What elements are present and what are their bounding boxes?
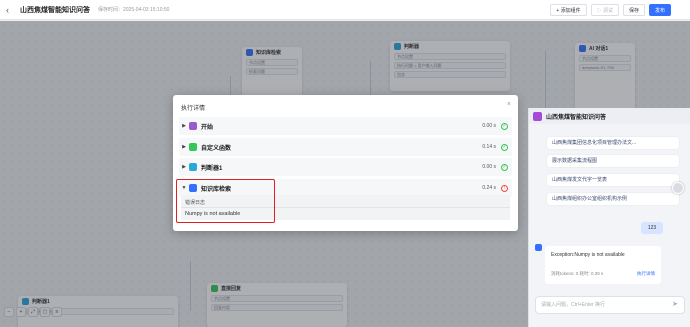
- suggested-question[interactable]: 山西焦煤集团信息化项目管理办法文...: [547, 137, 679, 149]
- step-time: 0.14 s: [482, 144, 496, 150]
- step-row-condition[interactable]: ▶ 判断器1 0.00 s ✓: [179, 158, 512, 176]
- success-icon: ✓: [501, 143, 508, 151]
- success-icon: ✓: [501, 122, 508, 130]
- start-icon: [189, 122, 197, 130]
- modal-title: 执行详情: [181, 106, 206, 112]
- step-row-custom-function[interactable]: ▶ 自定义函数 0.14 s ✓: [179, 138, 512, 156]
- branch-icon: [189, 163, 197, 171]
- answer-text: Exception:Numpy is not available: [551, 252, 625, 258]
- add-component-button[interactable]: + 添加组件: [550, 4, 587, 16]
- user-message: 123: [641, 222, 663, 234]
- save-button[interactable]: 保存: [622, 4, 645, 16]
- success-icon: ✓: [501, 163, 508, 171]
- app-logo-icon: [533, 111, 542, 121]
- chat-input-placeholder: 请输入问题，Ctrl+Enter 换行: [541, 302, 606, 308]
- publish-button[interactable]: 发布: [648, 4, 671, 16]
- caret-right-icon[interactable]: ▶: [179, 144, 189, 150]
- header-actions: + 添加组件 ▷ 调试 保存 发布: [550, 4, 671, 16]
- annotation-highlight-box: [176, 179, 275, 223]
- bot-avatar-icon: [535, 244, 542, 251]
- function-icon: [189, 143, 197, 151]
- suggested-question[interactable]: 展示数据采集流程图: [547, 155, 679, 167]
- step-label: 开始: [201, 124, 214, 131]
- suggested-question[interactable]: 山西焦煤组织办公室组织机构示例: [547, 193, 679, 205]
- close-icon[interactable]: ×: [507, 101, 511, 108]
- suggested-question[interactable]: 山西焦煤发文代字一览表: [547, 174, 679, 186]
- step-time: 0.00 s: [482, 123, 496, 129]
- step-label: 自定义函数: [201, 145, 232, 152]
- step-time: 0.24 s: [482, 185, 496, 191]
- step-time: 0.00 s: [482, 164, 496, 170]
- chat-panel: 山西焦煤智能知识问答 山西焦煤集团信息化项目管理办法文... 展示数据采集流程图…: [528, 108, 690, 327]
- execution-details-link[interactable]: 执行详情: [637, 271, 655, 277]
- bot-answer: Exception:Numpy is not available 消耗token…: [545, 246, 661, 284]
- step-row-start[interactable]: ▶ 开始 0.00 s ✓: [179, 117, 512, 135]
- app-header: ‹ 山西焦煤智能知识问答 保存时间：2025-04-03 15:10:50 + …: [0, 0, 690, 20]
- send-icon[interactable]: ➤: [672, 301, 678, 309]
- error-icon: !: [501, 184, 508, 192]
- chat-input[interactable]: 请输入问题，Ctrl+Enter 换行 ➤: [535, 296, 685, 314]
- page-title: 山西焦煤智能知识问答: [20, 6, 90, 14]
- save-time: 保存时间：2025-04-03 15:10:50: [98, 7, 170, 13]
- step-label: 判断器1: [201, 165, 223, 172]
- chat-header: 山西焦煤智能知识问答: [529, 108, 690, 124]
- caret-right-icon[interactable]: ▶: [179, 123, 189, 129]
- answer-meta: 消耗tokens: 0 耗时: 0.39 s: [551, 271, 604, 276]
- debug-button[interactable]: ▷ 调试: [590, 4, 619, 16]
- user-avatar[interactable]: [672, 182, 684, 194]
- chat-title: 山西焦煤智能知识问答: [546, 114, 607, 121]
- execution-details-modal: 执行详情 × ▶ 开始 0.00 s ✓ ▶ 自定义函数 0.14 s ✓ ▶ …: [173, 95, 518, 231]
- back-icon[interactable]: ‹: [6, 5, 16, 15]
- caret-right-icon[interactable]: ▶: [179, 164, 189, 170]
